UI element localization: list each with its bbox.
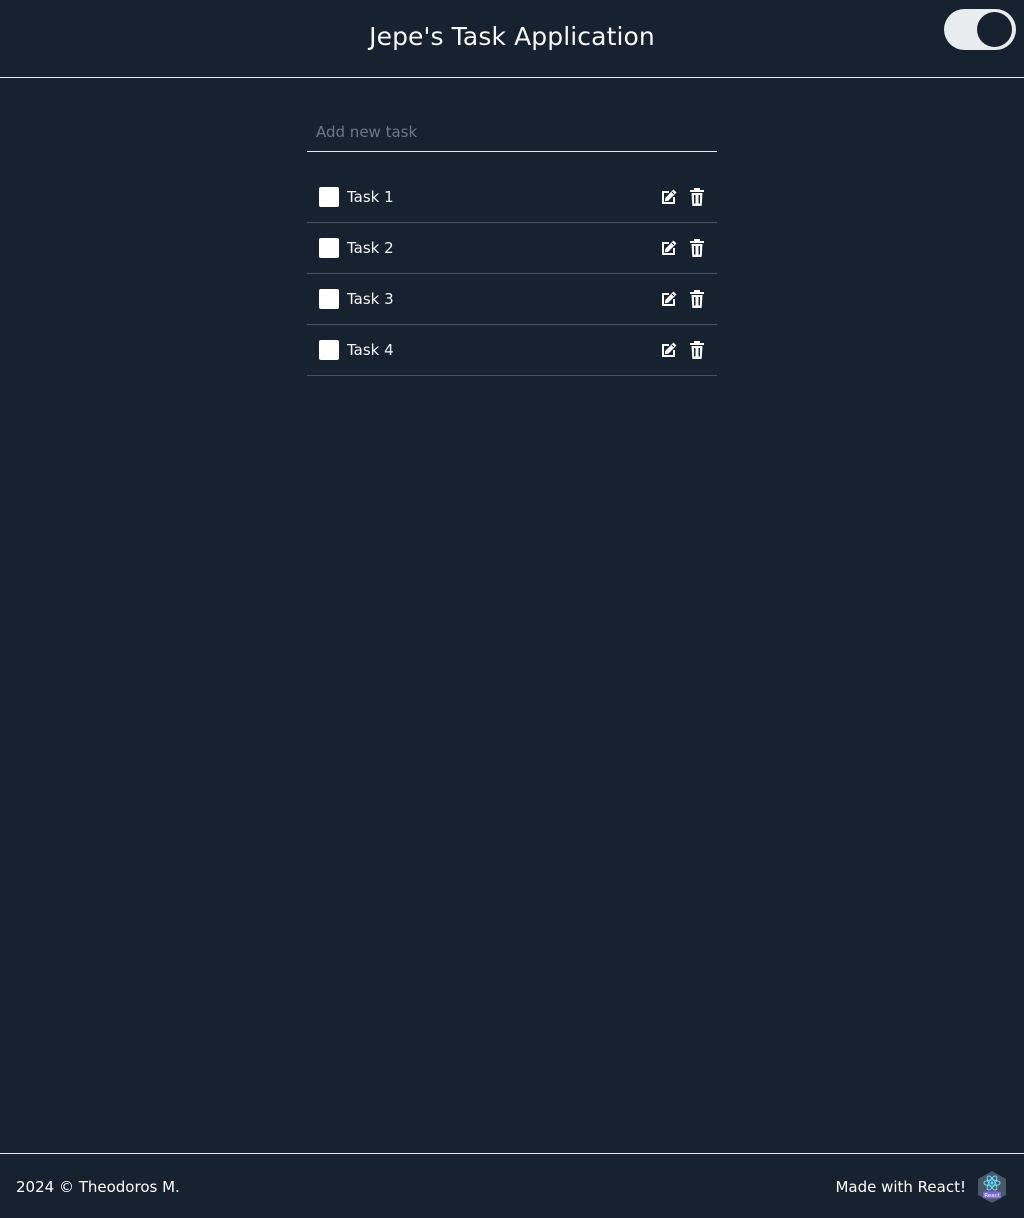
task-panel: Task 1 Task 2 xyxy=(307,112,717,376)
task-row: Task 1 xyxy=(307,172,717,223)
app-footer: 2024 © Theodoros M. Made with React! Rea… xyxy=(0,1153,1024,1218)
edit-icon[interactable] xyxy=(660,239,678,257)
copyright-text: 2024 © Theodoros M. xyxy=(16,1178,180,1196)
task-list: Task 1 Task 2 Task 3 Task 4 xyxy=(307,172,717,376)
edit-icon[interactable] xyxy=(660,290,678,308)
task-row: Task 3 xyxy=(307,274,717,325)
task-label: Task 2 xyxy=(347,239,394,257)
edit-icon[interactable] xyxy=(660,188,678,206)
theme-toggle-knob xyxy=(977,12,1012,47)
trash-icon[interactable] xyxy=(690,239,704,257)
task-checkbox[interactable] xyxy=(319,187,339,207)
task-row: Task 4 xyxy=(307,325,717,376)
trash-icon[interactable] xyxy=(690,188,704,206)
page-title: Jepe's Task Application xyxy=(369,22,655,51)
task-checkbox[interactable] xyxy=(319,289,339,309)
add-task-input[interactable] xyxy=(307,112,717,152)
task-checkbox[interactable] xyxy=(319,238,339,258)
react-logo-icon: React xyxy=(978,1171,1006,1203)
task-row: Task 2 xyxy=(307,223,717,274)
app-header: Jepe's Task Application xyxy=(0,0,1024,78)
task-label: Task 3 xyxy=(347,290,394,308)
edit-icon[interactable] xyxy=(660,341,678,359)
theme-toggle[interactable] xyxy=(944,9,1016,50)
task-label: Task 4 xyxy=(347,341,394,359)
task-checkbox[interactable] xyxy=(319,340,339,360)
react-logo-label: React xyxy=(984,1193,1000,1199)
trash-icon[interactable] xyxy=(690,290,704,308)
trash-icon[interactable] xyxy=(690,341,704,359)
task-label: Task 1 xyxy=(347,188,394,206)
made-with-text: Made with React! xyxy=(835,1178,966,1196)
